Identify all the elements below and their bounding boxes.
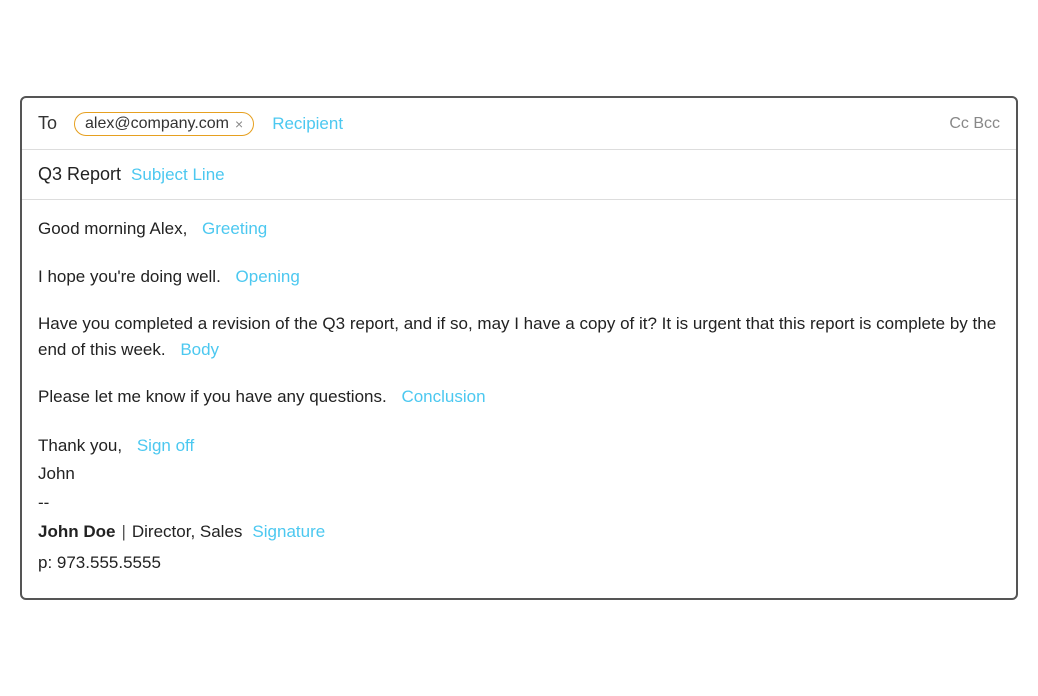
greeting-annotation[interactable]: Greeting <box>202 219 267 238</box>
subject-text: Q3 Report <box>38 164 121 185</box>
sig-name: John Doe <box>38 518 115 547</box>
opening-text: I hope you're doing well. <box>38 267 221 286</box>
body-paragraph: Have you completed a revision of the Q3 … <box>38 311 1000 362</box>
close-icon[interactable]: × <box>235 116 243 132</box>
email-body: Good morning Alex, Greeting I hope you'r… <box>22 200 1016 598</box>
body-annotation[interactable]: Body <box>180 340 219 359</box>
cc-bcc-links[interactable]: Cc Bcc <box>949 115 1000 133</box>
opening-annotation[interactable]: Opening <box>236 267 300 286</box>
signoff-separator: -- <box>38 489 1000 518</box>
subject-row: Q3 Report Subject Line <box>22 150 1016 200</box>
conclusion-paragraph: Please let me know if you have any quest… <box>38 384 1000 410</box>
signoff-block: Thank you, Sign off John -- John Doe | D… <box>38 432 1000 578</box>
signoff-text: Thank you, <box>38 436 122 455</box>
conclusion-annotation[interactable]: Conclusion <box>401 387 485 406</box>
signoff-annotation[interactable]: Sign off <box>137 436 194 455</box>
email-composer: To alex@company.com × Recipient Cc Bcc Q… <box>20 96 1018 600</box>
recipient-annotation[interactable]: Recipient <box>272 114 343 134</box>
greeting-text: Good morning Alex, <box>38 219 187 238</box>
signature-line: John Doe | Director, Sales Signature <box>38 518 1000 547</box>
recipient-email: alex@company.com <box>85 115 229 133</box>
recipient-chip[interactable]: alex@company.com × <box>74 112 254 136</box>
signoff-line: Thank you, Sign off <box>38 432 1000 461</box>
greeting-paragraph: Good morning Alex, Greeting <box>38 216 1000 242</box>
sig-phone: p: 973.555.5555 <box>38 549 1000 578</box>
subject-annotation[interactable]: Subject Line <box>131 165 225 185</box>
conclusion-text: Please let me know if you have any quest… <box>38 387 387 406</box>
opening-paragraph: I hope you're doing well. Opening <box>38 264 1000 290</box>
to-row: To alex@company.com × Recipient Cc Bcc <box>22 98 1016 150</box>
sig-title: Director, Sales <box>132 518 243 547</box>
to-label: To <box>38 113 62 134</box>
signature-annotation[interactable]: Signature <box>252 518 325 547</box>
sig-pipe: | <box>121 518 125 547</box>
signoff-name: John <box>38 460 1000 489</box>
